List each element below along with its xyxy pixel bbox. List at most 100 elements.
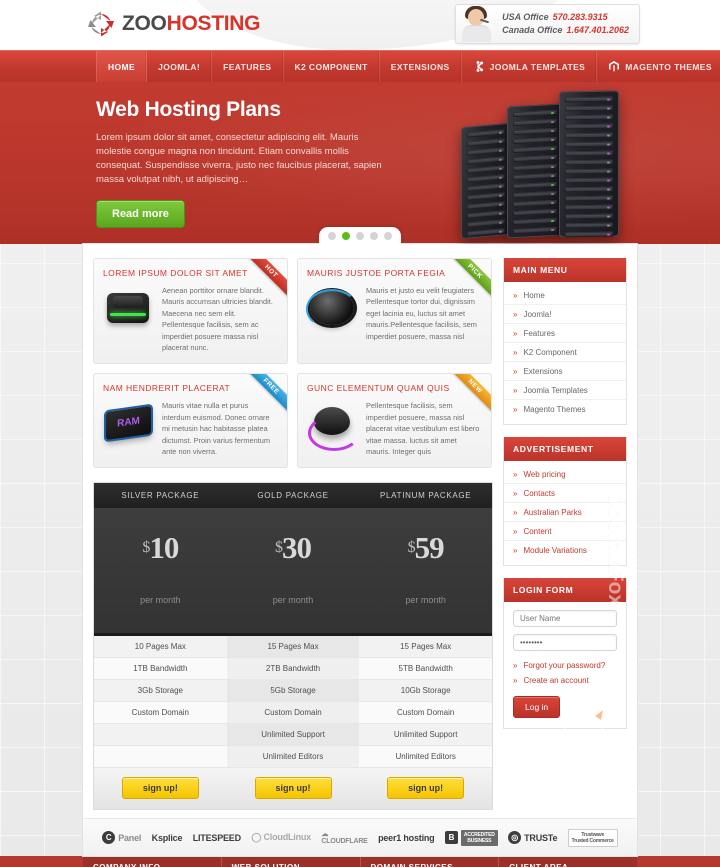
table-cell: 10Gb Storage: [359, 680, 493, 703]
read-more-button[interactable]: Read more: [96, 200, 185, 228]
main-navigation-bar: HOME JOOMLA! FEATURES K2 COMPONENT EXTENSION…: [0, 50, 720, 83]
sign-up-button[interactable]: sign up!: [121, 777, 199, 800]
forgot-password-link[interactable]: Forgot your password?: [513, 658, 617, 673]
table-cell: 15 Pages Max: [226, 636, 360, 659]
client-logo-truste-logo: ◎ TRUSTe: [508, 831, 557, 845]
feature-text: Pellentesque facilisis, sem imperdiet po…: [366, 401, 480, 457]
slider-dot-3[interactable]: [356, 232, 364, 240]
feature-box[interactable]: HOT LOREM IPSUM DOLOR SIT AMET Aenean po…: [93, 258, 288, 365]
table-cell: Custom Domain: [226, 702, 360, 725]
nav-item-joomla-templates[interactable]: JOOMLA TEMPLATES: [462, 51, 598, 83]
password-input[interactable]: [513, 634, 617, 651]
usa-office-number[interactable]: 570.283.9315: [553, 12, 608, 22]
sign-up-button[interactable]: sign up!: [387, 777, 465, 800]
feature-box[interactable]: PICK MAURIS JUSTOE PORTA FEGIA Mauris et…: [297, 258, 492, 365]
advertisement-item[interactable]: Contacts: [504, 484, 626, 503]
table-cell: Custom Domain: [94, 702, 227, 725]
slider-dot-1[interactable]: [328, 232, 336, 240]
table-row: 3Gb Storage 5Gb Storage 10Gb Storage: [94, 680, 493, 703]
site-footer: COMPANY INFO Parks HomePark BlogImage Ga…: [0, 856, 720, 867]
package-price: $30: [275, 530, 312, 566]
content-wrapper: HOT LOREM IPSUM DOLOR SIT AMET Aenean po…: [83, 244, 639, 857]
nav-item-features[interactable]: FEATURES: [212, 51, 284, 83]
nav-item-label: JOOMLA!: [158, 62, 201, 72]
slider-pagination[interactable]: [319, 227, 401, 244]
currency-symbol: $: [407, 539, 416, 557]
main-navigation: HOME JOOMLA! FEATURES K2 COMPONENT EXTENSION…: [0, 51, 720, 83]
hero-description: Lorem ipsum dolor sit amet, consectetur …: [96, 132, 382, 185]
main-menu-item[interactable]: K2 Component: [504, 343, 626, 362]
pricing-price-row: $10 per month $30 per month $59 per mont…: [94, 508, 492, 637]
client-logo-litespeed-logo: LITESPEED: [192, 832, 241, 843]
advertisement-item[interactable]: Australian Parks: [504, 503, 626, 522]
nav-item-home[interactable]: HOME: [96, 51, 148, 83]
main-menu-item[interactable]: Joomla!: [504, 305, 626, 324]
nav-item-k2-component[interactable]: K2 COMPONENT: [284, 51, 380, 83]
table-cell: 5TB Bandwidth: [359, 658, 493, 681]
sign-up-button[interactable]: sign up!: [254, 777, 332, 800]
purple-knob-icon: [307, 400, 360, 452]
pricing-table: SILVER PACKAGE GOLD PACKAGE PLATINUM PACKA…: [93, 482, 493, 811]
advertisement-title: ADVERTISEMENT: [504, 437, 626, 461]
client-logo-bbb-logo: B ACCREDITED BUSINESS: [444, 829, 498, 846]
slider-dot-4[interactable]: [370, 232, 378, 240]
client-logo-cpanel-logo: C Panel: [102, 831, 141, 845]
table-cell: 1TB Bandwidth: [94, 658, 227, 681]
main-menu-item[interactable]: Extensions: [504, 362, 626, 381]
canada-office-number[interactable]: 1.647.401.2062: [566, 25, 629, 35]
footer-column-title: WEB SOLUTION: [221, 856, 360, 867]
client-logo-peer1-logo: peer1 hosting: [378, 832, 435, 843]
table-row: 10 Pages Max 15 Pages Max 15 Pages Max: [94, 636, 493, 659]
nav-item-joomla[interactable]: JOOMLA!: [147, 51, 213, 83]
pricing-feature-rows: 10 Pages Max 15 Pages Max 15 Pages Max 1TB …: [94, 636, 493, 769]
username-input[interactable]: [513, 610, 617, 627]
package-name: GOLD PACKAGE: [257, 491, 329, 501]
signup-cell: sign up!: [359, 777, 492, 800]
table-cell: 3Gb Storage: [94, 680, 227, 703]
main-menu-list: HomeJoomla!FeaturesK2 ComponentExtension…: [504, 286, 626, 418]
main-menu-item[interactable]: Home: [504, 286, 626, 305]
package-period: per month: [140, 595, 181, 606]
server-rack: [559, 90, 619, 238]
server-racks-image: [455, 88, 630, 243]
hero-copy: Web Hosting Plans Lorem ipsum dolor sit …: [96, 98, 396, 228]
main-menu-item[interactable]: Features: [504, 324, 626, 343]
create-account-link[interactable]: Create an account: [513, 673, 617, 688]
nav-item-magento-themes[interactable]: MAGENTO THEMES: [597, 51, 720, 83]
footer-column: COMPANY INFO Parks HomePark BlogImage Ga…: [83, 856, 222, 867]
pricing-signup-row: sign up! sign up! sign up!: [94, 768, 492, 810]
package-name: SILVER PACKAGE: [121, 491, 200, 501]
footer-column-title: CLIENT AREA: [499, 856, 637, 867]
site-logo[interactable]: ZOOHOSTING: [88, 11, 260, 37]
main-menu-item[interactable]: Joomla Templates: [504, 381, 626, 400]
advertisement-item[interactable]: Module Variations: [504, 541, 626, 559]
feature-title: NAM HENDRERIT PLACERAT: [103, 383, 231, 394]
footer-columns: COMPANY INFO Parks HomePark BlogImage Ga…: [83, 856, 637, 867]
table-row: Custom Domain Custom Domain Custom Domain: [94, 702, 493, 725]
login-form-title: LOGIN FORM: [504, 578, 626, 602]
slider-dot-5[interactable]: [384, 232, 392, 240]
advertisement-item[interactable]: Content: [504, 522, 626, 541]
phone-numbers: USA Office 570.283.9315 Canada Office 1.64…: [502, 11, 629, 37]
slider-dot-2[interactable]: [342, 232, 350, 240]
footer-inner: COMPANY INFO Parks HomePark BlogImage Ga…: [83, 856, 637, 867]
package-price: $59: [407, 530, 445, 566]
advertisement-item[interactable]: Web pricing: [504, 465, 626, 484]
table-row: Unlimited Editors Unlimited Editors: [94, 746, 493, 769]
feature-box[interactable]: FREE NAM HENDRERIT PLACERAT RAM Mauris v…: [93, 373, 288, 469]
feature-box[interactable]: NEW GUNC ELEMENTUM QUAM QUIS Pellentesqu…: [297, 373, 492, 469]
package-name: PLATINUM PACKAGE: [379, 491, 472, 501]
login-submit-button[interactable]: Log in: [513, 696, 561, 718]
nav-item-label: JOOMLA TEMPLATES: [489, 62, 586, 72]
client-logo-cloudflare-logo: ☁ CLOUDFLARE: [321, 831, 368, 846]
usa-office-label: USA Office: [502, 12, 549, 22]
nav-item-extensions[interactable]: EXTENSIONS: [380, 51, 462, 83]
footer-column: DOMAIN SERVICES Fruit EncyclopediaContac…: [360, 856, 500, 867]
table-cell: [94, 746, 227, 769]
module-login-form: LOGIN FORM Forgot your password? Create …: [503, 578, 627, 729]
contact-phone-box: USA Office 570.283.9315 Canada Office 1.64…: [455, 4, 640, 44]
main-menu-item[interactable]: Magento Themes: [504, 400, 626, 418]
package-period: per month: [405, 595, 446, 606]
pricing-header-row: SILVER PACKAGE GOLD PACKAGE PLATINUM PACKA…: [94, 483, 492, 509]
currency-symbol: $: [142, 539, 150, 557]
